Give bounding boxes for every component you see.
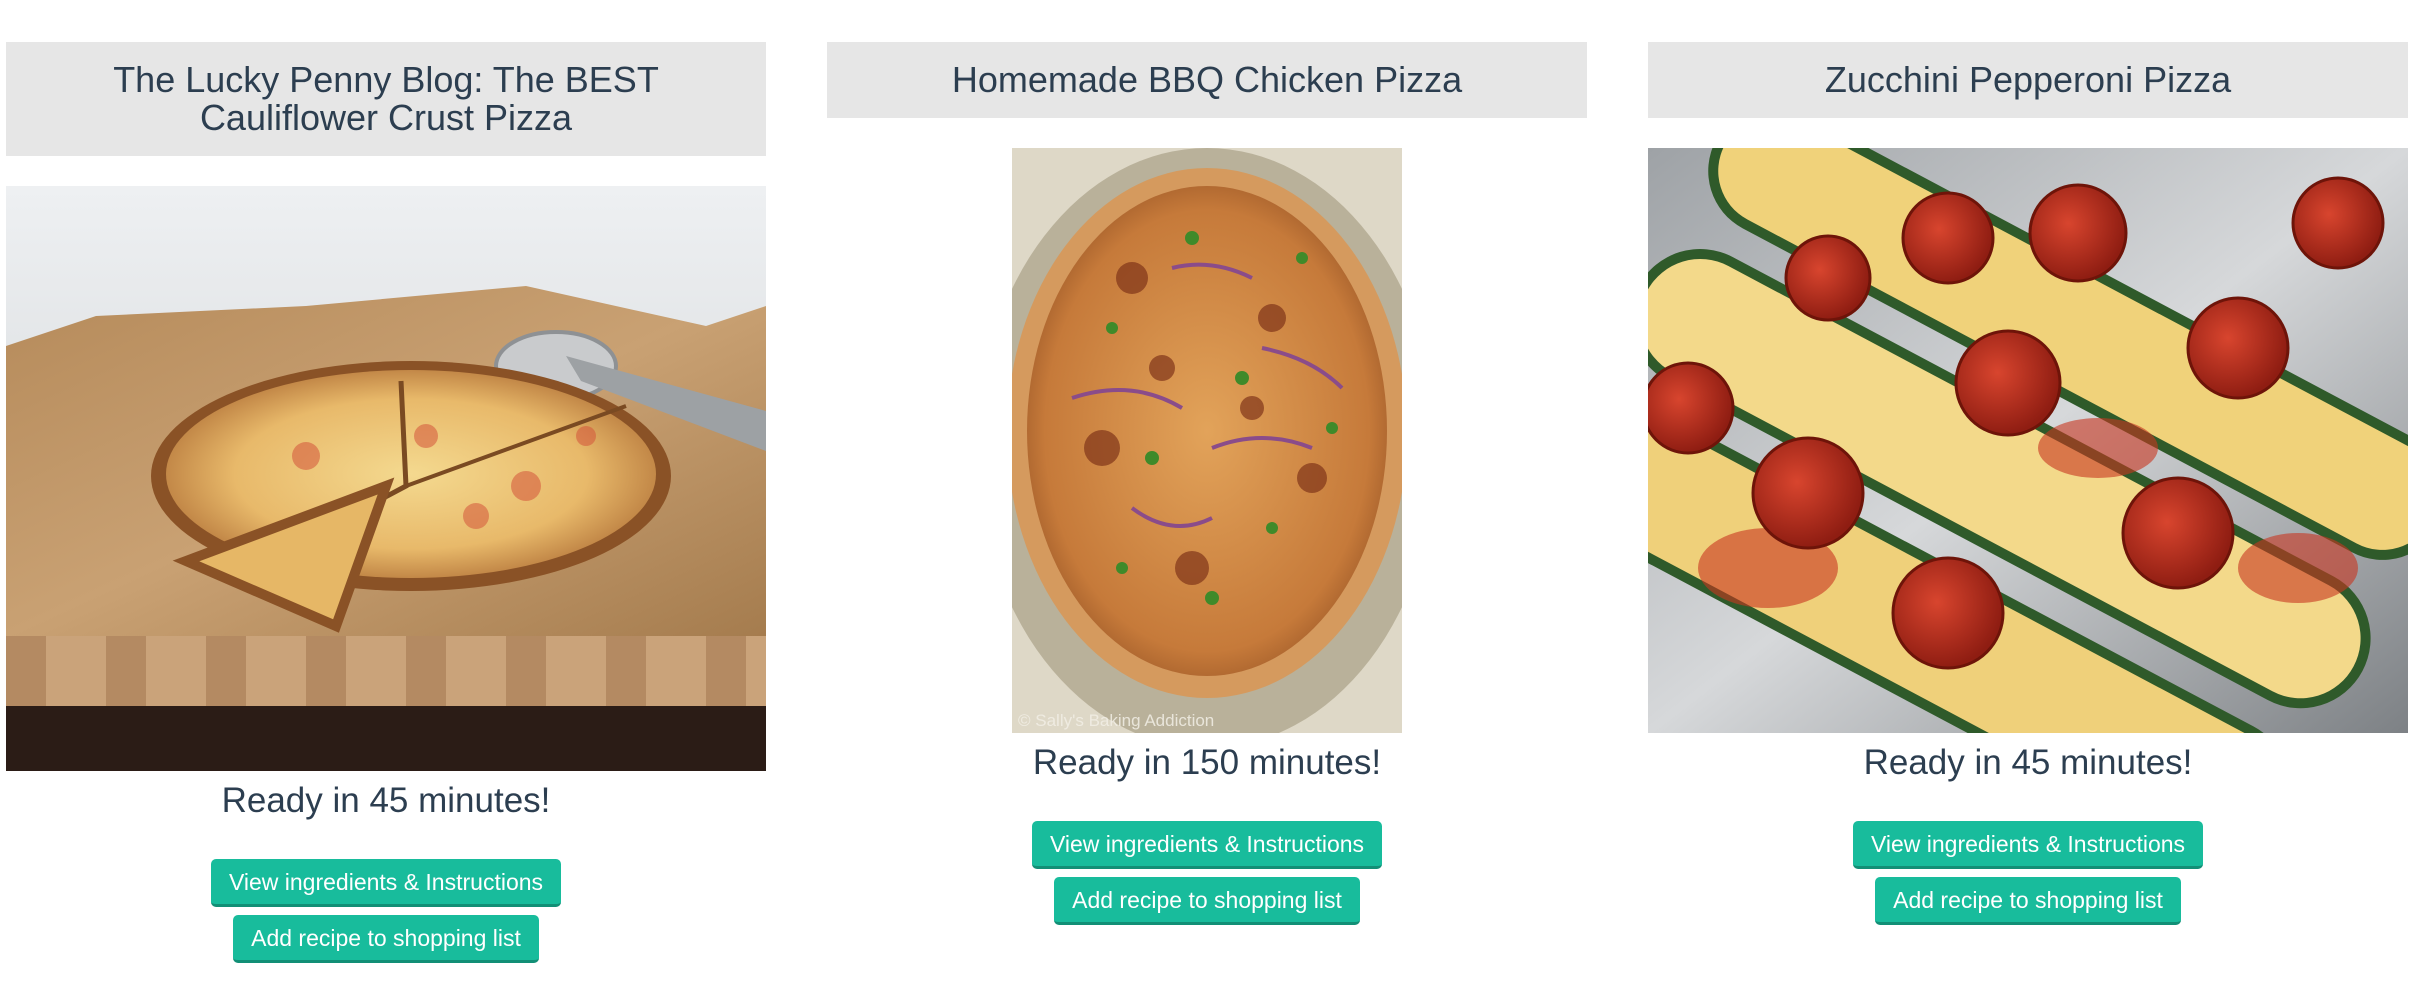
recipe-photo[interactable]: © Sally's Baking Addiction <box>1012 148 1402 733</box>
view-instructions-button[interactable]: View ingredients & Instructions <box>1031 821 1383 869</box>
ready-time: Ready in 45 minutes! <box>1863 743 2193 782</box>
recipe-title: The Lucky Penny Blog: The BEST Cauliflow… <box>6 42 766 156</box>
view-instructions-button[interactable]: View ingredients & Instructions <box>210 859 562 907</box>
photo-watermark: © Sally's Baking Addiction <box>1018 711 1214 730</box>
recipe-card: Homemade BBQ Chicken Pizza © Sally's Bak… <box>827 42 1587 925</box>
recipe-photo[interactable] <box>1648 148 2408 733</box>
add-to-shopping-list-button[interactable]: Add recipe to shopping list <box>1875 877 2181 925</box>
recipe-grid: The Lucky Penny Blog: The BEST Cauliflow… <box>0 0 2418 988</box>
recipe-title: Zucchini Pepperoni Pizza <box>1648 42 2408 118</box>
recipe-card: The Lucky Penny Blog: The BEST Cauliflow… <box>6 42 766 963</box>
ready-time: Ready in 150 minutes! <box>1032 743 1382 782</box>
recipe-card: Zucchini Pepperoni Pizza Ready in 45 min… <box>1648 42 2408 925</box>
view-instructions-button[interactable]: View ingredients & Instructions <box>1852 821 2204 869</box>
recipe-title: Homemade BBQ Chicken Pizza <box>827 42 1587 118</box>
add-to-shopping-list-button[interactable]: Add recipe to shopping list <box>233 915 539 963</box>
ready-time: Ready in 45 minutes! <box>221 781 551 820</box>
recipe-photo[interactable] <box>6 186 766 771</box>
add-to-shopping-list-button[interactable]: Add recipe to shopping list <box>1054 877 1360 925</box>
